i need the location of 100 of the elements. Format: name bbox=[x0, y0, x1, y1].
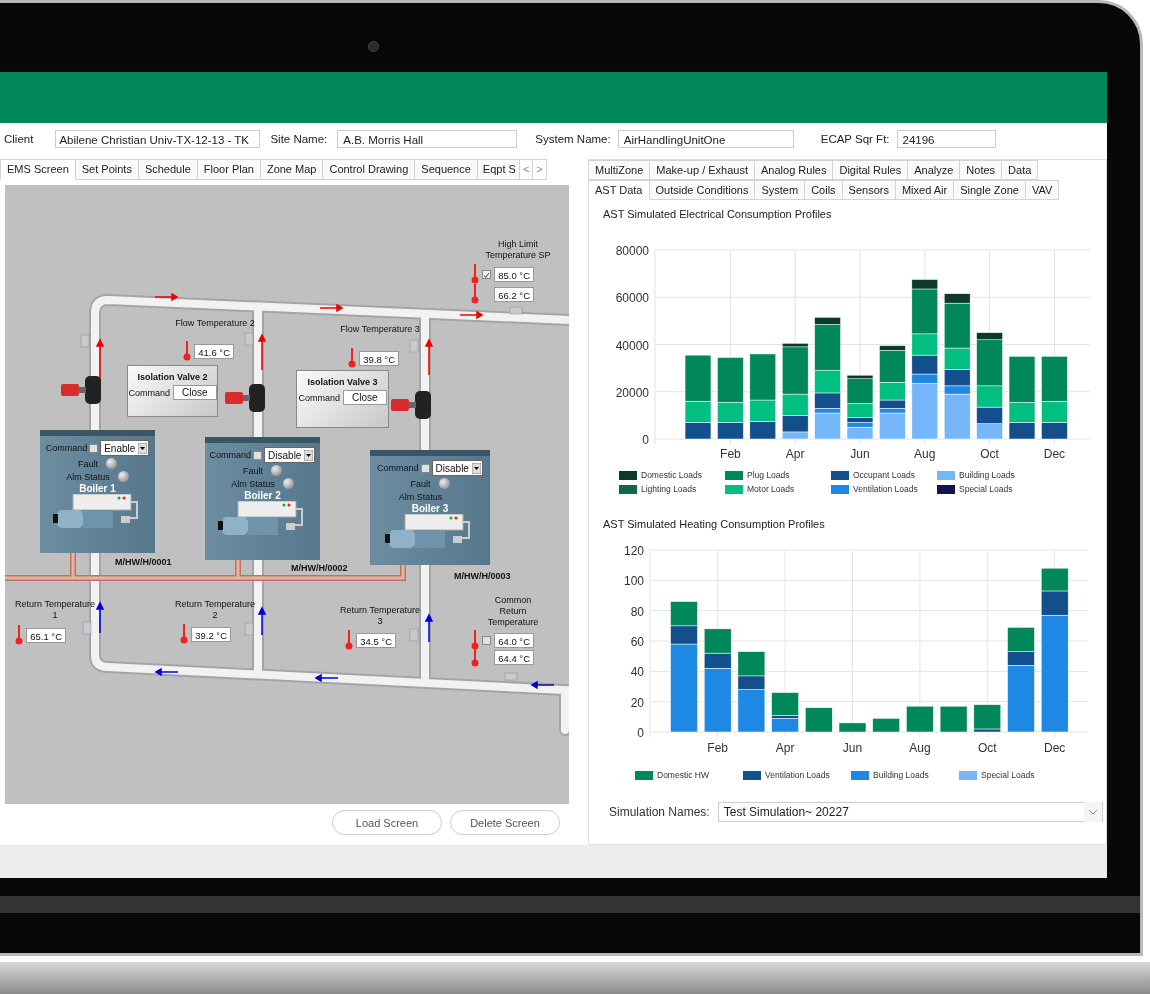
caret-icon bbox=[138, 442, 148, 454]
fault-label: Fault bbox=[243, 465, 263, 476]
tab[interactable]: Schedule bbox=[138, 159, 198, 180]
temperature-field[interactable]: 66.2 °C bbox=[494, 286, 534, 302]
legend-label: Domestic HW bbox=[657, 770, 709, 780]
tab[interactable]: Data bbox=[1002, 160, 1039, 180]
legend-label: Domestic Loads bbox=[641, 470, 702, 480]
tab[interactable]: AST Data bbox=[589, 180, 650, 200]
command-label: Command bbox=[128, 387, 170, 398]
command-label: Command bbox=[45, 443, 88, 453]
sensor-icon bbox=[82, 621, 92, 635]
temperature-field[interactable]: 85.0 °C bbox=[494, 266, 534, 282]
temperature-field[interactable]: 64.0 °C bbox=[494, 632, 534, 648]
text-field[interactable]: 24196 bbox=[896, 130, 996, 148]
tab[interactable]: Sensors bbox=[842, 180, 896, 200]
text-field[interactable]: A.B. Morris Hall bbox=[337, 130, 518, 148]
y-tick-label: 80 bbox=[630, 604, 645, 619]
boiler-name: Boiler 1 bbox=[79, 483, 116, 494]
tab[interactable]: Sequence bbox=[415, 159, 478, 180]
temperature-field[interactable]: 64.4 °C bbox=[494, 649, 534, 665]
tab[interactable]: Mixed Air bbox=[895, 180, 955, 200]
checkbox[interactable] bbox=[482, 269, 491, 279]
legend-label: Special Loads bbox=[981, 770, 1035, 780]
valve-icon bbox=[61, 376, 101, 404]
tab[interactable]: MultiZone bbox=[589, 160, 651, 180]
sensor-icon bbox=[509, 306, 523, 315]
scroll-right-button[interactable]: > bbox=[533, 159, 547, 180]
checkbox[interactable] bbox=[482, 635, 491, 645]
tab[interactable]: Notes bbox=[960, 160, 1003, 180]
temperature-field[interactable]: 34.5 °C bbox=[356, 632, 396, 648]
thermometer-icon bbox=[345, 630, 353, 650]
tab[interactable]: Floor Plan bbox=[197, 159, 261, 180]
legend-label: Building Loads bbox=[873, 770, 929, 780]
indicator-light bbox=[271, 465, 282, 476]
x-tick-label: Dec bbox=[1043, 447, 1066, 461]
camera-dot bbox=[368, 41, 379, 52]
thermometer-icon bbox=[348, 348, 356, 368]
checkbox[interactable] bbox=[420, 463, 430, 473]
temperature-field[interactable]: 39.8 °C bbox=[359, 350, 399, 366]
temperature-field[interactable]: 65.1 °C bbox=[26, 627, 66, 643]
tab[interactable]: Make-up / Exhaust bbox=[650, 160, 755, 180]
tab[interactable]: EMS Screen bbox=[0, 159, 76, 180]
field-label: ECAP Sqr Ft: bbox=[820, 133, 890, 145]
y-tick-label: 100 bbox=[623, 574, 645, 589]
chart-title: AST Simulated Electrical Consumption Profiles bbox=[603, 208, 833, 220]
scroll-left-button[interactable]: < bbox=[519, 159, 534, 180]
tab[interactable]: Control Drawing bbox=[323, 159, 416, 180]
diagram-label: Common Return Temperature bbox=[486, 595, 540, 628]
caret-icon bbox=[304, 449, 314, 461]
legend-label: Ventilation Loads bbox=[765, 770, 830, 780]
sensor-icon bbox=[80, 334, 90, 348]
indicator-light bbox=[106, 458, 117, 469]
x-tick-label: Oct bbox=[980, 447, 1000, 461]
tab[interactable]: System bbox=[755, 180, 806, 200]
field-label: Site Name: bbox=[270, 133, 328, 145]
fault-label: Fault bbox=[78, 458, 98, 469]
close-button[interactable]: Close bbox=[172, 385, 217, 400]
temperature-field[interactable]: 41.6 °C bbox=[194, 343, 234, 359]
diagram-label: Flow Temperature 3 bbox=[339, 324, 421, 335]
field-label: System Name: bbox=[535, 133, 611, 145]
y-tick-label: 40000 bbox=[615, 338, 650, 353]
tab[interactable]: Coils bbox=[805, 180, 843, 200]
tab[interactable]: VAV bbox=[1025, 180, 1060, 200]
tab[interactable]: Set Points bbox=[75, 159, 139, 180]
text-field[interactable]: AirHandlingUnitOne bbox=[617, 130, 794, 148]
arrow-icon bbox=[314, 673, 339, 683]
tab[interactable]: Eqpt S bbox=[477, 159, 520, 180]
alarm-status-label: Alm Status bbox=[398, 491, 443, 502]
valve-icon bbox=[225, 384, 265, 412]
simulation-dropdown[interactable]: Test Simulation~ 20227 bbox=[717, 802, 1103, 822]
y-tick-label: 40 bbox=[630, 665, 645, 680]
y-tick-label: 0 bbox=[637, 726, 645, 740]
command-dropdown[interactable]: Disable bbox=[264, 447, 316, 463]
diagram-label: High Limit Temperature SP bbox=[484, 239, 552, 261]
x-tick-label: Jun bbox=[850, 447, 870, 461]
thermometer-icon bbox=[15, 625, 23, 645]
text-field[interactable]: Abilene Christian Univ-TX-12-13 - TK bbox=[55, 130, 261, 148]
screen-button[interactable]: Load Screen bbox=[332, 810, 442, 835]
command-dropdown[interactable]: Enable bbox=[100, 440, 150, 456]
temperature-field[interactable]: 39.2 °C bbox=[191, 626, 231, 642]
tab[interactable]: Analog Rules bbox=[755, 160, 834, 180]
tab[interactable]: Outside Conditions bbox=[649, 180, 756, 200]
caret-icon bbox=[471, 462, 481, 474]
checkbox[interactable] bbox=[89, 443, 99, 453]
y-tick-label: 80000 bbox=[615, 244, 650, 258]
sensor-icon bbox=[244, 332, 254, 346]
equipment-tag: M/HW/H/0001 bbox=[115, 557, 172, 567]
tab[interactable]: Single Zone bbox=[954, 180, 1026, 200]
x-tick-label: Aug bbox=[909, 741, 931, 755]
valve-title: Isolation Valve 3 bbox=[307, 377, 378, 387]
command-dropdown[interactable]: Disable bbox=[431, 460, 483, 476]
screen-button[interactable]: Delete Screen bbox=[450, 810, 560, 835]
close-button[interactable]: Close bbox=[342, 390, 387, 405]
x-tick-label: Oct bbox=[977, 741, 998, 755]
tab[interactable]: Digital Rules bbox=[833, 160, 909, 180]
tab[interactable]: Analyze bbox=[908, 160, 961, 180]
checkbox[interactable] bbox=[253, 450, 263, 460]
legend-label: Lighting Loads bbox=[641, 484, 697, 494]
tab[interactable]: Zone Map bbox=[260, 159, 324, 180]
chart-title: AST Simulated Heating Consumption Profiles bbox=[603, 518, 826, 530]
